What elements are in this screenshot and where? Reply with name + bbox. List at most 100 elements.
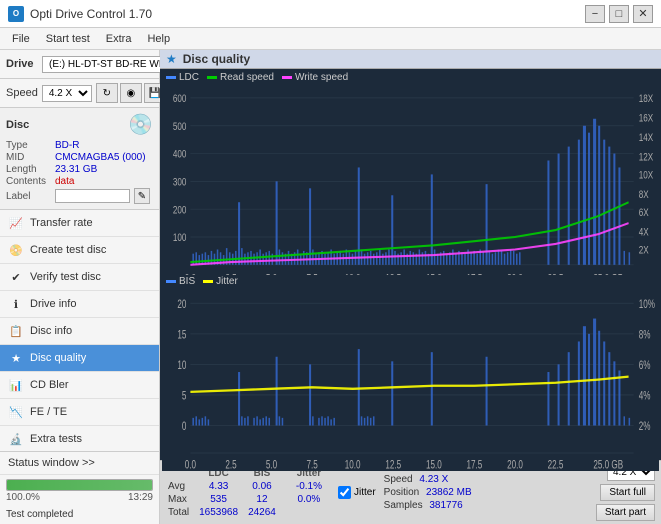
maximize-button[interactable]: □ — [609, 5, 629, 23]
ldc-dot — [166, 76, 176, 79]
total-label: Total — [166, 506, 197, 519]
sidebar-item-create-test-disc[interactable]: 📀 Create test disc — [0, 237, 159, 264]
position-row-label: Position — [384, 487, 420, 498]
svg-text:16X: 16X — [639, 112, 654, 125]
stats-max-row: Max 535 12 0.0% — [166, 493, 330, 506]
svg-text:6%: 6% — [639, 359, 651, 372]
max-bis: 12 — [246, 493, 284, 506]
svg-text:600: 600 — [173, 93, 187, 106]
svg-text:8X: 8X — [639, 189, 649, 202]
refresh-button[interactable]: ↻ — [96, 83, 118, 103]
jitter-dot — [203, 280, 213, 283]
max-jitter: 0.0% — [294, 493, 330, 506]
length-label: Length — [6, 164, 51, 175]
label-label: Label — [6, 191, 51, 202]
svg-text:10%: 10% — [639, 298, 655, 311]
menu-help[interactable]: Help — [139, 31, 178, 47]
svg-text:6X: 6X — [639, 207, 649, 220]
app-icon: O — [8, 6, 24, 22]
chart1-container: LDC Read speed Write speed — [162, 71, 659, 273]
svg-text:20.0: 20.0 — [507, 459, 523, 471]
verify-test-disc-label: Verify test disc — [30, 271, 151, 283]
legend-ldc: LDC — [166, 72, 199, 83]
titlebar: O Opti Drive Control 1.70 − □ ✕ — [0, 0, 661, 28]
svg-text:2.5: 2.5 — [225, 459, 236, 471]
progress-bar-inner — [7, 480, 152, 490]
jitter-chart-label: Jitter — [216, 276, 238, 287]
disc-panel-header: Disc 💿 — [6, 112, 153, 137]
samples-row-value: 381776 — [429, 500, 462, 511]
menu-start-test[interactable]: Start test — [38, 31, 98, 47]
disc-panel: Disc 💿 Type BD-R MID CMCMAGBA5 (000) Len… — [0, 108, 159, 210]
speed-icons: ↻ ◉ 💾 — [96, 83, 166, 103]
verify-test-disc-icon: ✔ — [8, 269, 24, 285]
disc-quality-header-title: Disc quality — [183, 52, 250, 66]
disc-icon: 💿 — [128, 112, 153, 137]
avg-ldc: 4.33 — [197, 480, 246, 493]
svg-text:4%: 4% — [639, 390, 651, 403]
sidebar-item-disc-info[interactable]: 📋 Disc info — [0, 318, 159, 345]
svg-text:10: 10 — [177, 359, 186, 372]
sidebar-item-fe-te[interactable]: 📉 FE / TE — [0, 399, 159, 426]
samples-row-label: Samples — [384, 500, 423, 511]
svg-text:0: 0 — [182, 420, 187, 433]
speed-select[interactable]: 4.2 X — [42, 85, 92, 102]
svg-text:200: 200 — [173, 204, 187, 217]
svg-text:15: 15 — [177, 329, 186, 342]
svg-text:2%: 2% — [639, 420, 651, 433]
start-full-button[interactable]: Start full — [600, 484, 655, 501]
minimize-button[interactable]: − — [585, 5, 605, 23]
sidebar-item-drive-info[interactable]: ℹ Drive info — [0, 291, 159, 318]
disc-quality-label: Disc quality — [30, 352, 151, 364]
status-text: Test completed — [0, 507, 159, 524]
sidebar-item-extra-tests[interactable]: 🔬 Extra tests — [0, 426, 159, 451]
disc-quality-panel: ★ Disc quality LDC Read speed — [160, 50, 661, 524]
disc-label-row: Label ✎ — [6, 188, 153, 204]
close-button[interactable]: ✕ — [633, 5, 653, 23]
svg-text:500: 500 — [173, 121, 187, 134]
label-edit-button[interactable]: ✎ — [134, 188, 150, 204]
disc-mid-row: MID CMCMAGBA5 (000) — [6, 152, 153, 163]
jitter-checkbox-area: Jitter — [338, 486, 376, 499]
svg-text:25.0 GB: 25.0 GB — [593, 459, 623, 471]
disc-info-label: Disc info — [30, 325, 151, 337]
legend-jitter: Jitter — [203, 276, 238, 287]
svg-text:2X: 2X — [639, 245, 649, 258]
total-ldc: 1653968 — [197, 506, 246, 519]
stats-total-row: Total 1653968 24264 — [166, 506, 330, 519]
sidebar-item-cd-bler[interactable]: 📊 CD Bler — [0, 372, 159, 399]
start-part-button[interactable]: Start part — [596, 504, 655, 521]
position-row-value: 23862 MB — [426, 487, 472, 498]
sidebar-item-transfer-rate[interactable]: 📈 Transfer rate — [0, 210, 159, 237]
transfer-rate-icon: 📈 — [8, 215, 24, 231]
drive-info-label: Drive info — [30, 298, 151, 310]
sidebar-item-verify-test-disc[interactable]: ✔ Verify test disc — [0, 264, 159, 291]
svg-text:10.0: 10.0 — [345, 459, 361, 471]
disc-read-button[interactable]: ◉ — [120, 83, 142, 103]
status-window-button[interactable]: Status window >> — [0, 452, 159, 475]
label-input[interactable] — [55, 189, 130, 203]
read-speed-label: Read speed — [220, 72, 274, 83]
menu-extra[interactable]: Extra — [98, 31, 140, 47]
legend-bis: BIS — [166, 276, 195, 287]
legend-read-speed: Read speed — [207, 72, 274, 83]
disc-panel-title: Disc — [6, 119, 29, 131]
content-area: ★ Disc quality LDC Read speed — [160, 50, 661, 524]
cd-bler-icon: 📊 — [8, 377, 24, 393]
right-controls: 4.2 X Start full Start part — [596, 464, 655, 521]
contents-label: Contents — [6, 176, 51, 187]
titlebar-left: O Opti Drive Control 1.70 — [8, 6, 152, 22]
nav-items: 📈 Transfer rate 📀 Create test disc ✔ Ver… — [0, 210, 159, 451]
menu-file[interactable]: File — [4, 31, 38, 47]
drive-info-icon: ℹ — [8, 296, 24, 312]
svg-text:4X: 4X — [639, 226, 649, 239]
stats-table: LDC BIS Jitter Avg 4.33 0.06 -0.1% — [166, 467, 330, 519]
disc-length-row: Length 23.31 GB — [6, 164, 153, 175]
sidebar-item-disc-quality[interactable]: ★ Disc quality — [0, 345, 159, 372]
progress-time: 13:29 — [128, 492, 153, 503]
avg-jitter: -0.1% — [294, 480, 330, 493]
jitter-checkbox[interactable] — [338, 486, 351, 499]
speed-row-value: 4.23 X — [419, 474, 448, 485]
svg-text:22.5: 22.5 — [548, 459, 564, 471]
svg-text:15.0: 15.0 — [426, 459, 442, 471]
